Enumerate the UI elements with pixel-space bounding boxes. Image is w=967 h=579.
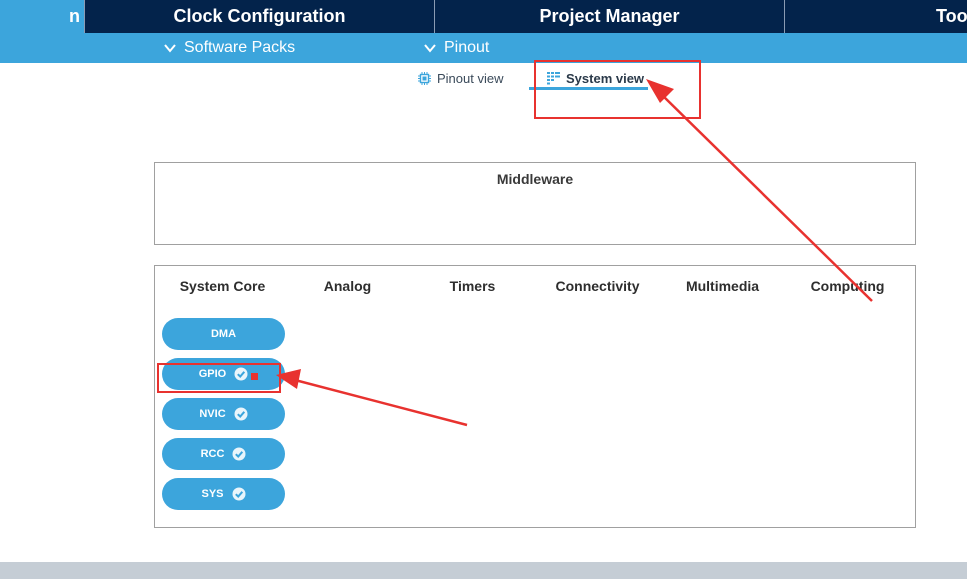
rcc-label: RCC	[200, 448, 225, 460]
gpio-marker	[251, 373, 258, 380]
sys-button[interactable]: SYS	[162, 478, 285, 510]
category-computing[interactable]: Computing	[785, 278, 910, 294]
pinout-menu[interactable]: Pinout	[423, 33, 489, 63]
category-system-core[interactable]: System Core	[160, 278, 285, 294]
software-packs-label: Software Packs	[184, 39, 296, 56]
category-timers[interactable]: Timers	[410, 278, 535, 294]
category-multimedia[interactable]: Multimedia	[660, 278, 785, 294]
pinout-menu-label: Pinout	[444, 39, 490, 56]
category-analog[interactable]: Analog	[285, 278, 410, 294]
category-connectivity[interactable]: Connectivity	[535, 278, 660, 294]
stm32cubemx-window: n Clock Configuration Project Manager To…	[0, 0, 967, 579]
tab-tools[interactable]: Tools	[784, 0, 967, 33]
tab-project-manager[interactable]: Project Manager	[434, 0, 784, 33]
nvic-label: NVIC	[199, 408, 226, 420]
pinout-view-tab[interactable]: Pinout view	[418, 68, 503, 88]
rcc-button[interactable]: RCC	[162, 438, 285, 470]
chevron-down-icon	[424, 44, 436, 53]
bottom-status-strip	[0, 562, 967, 579]
gpio-highlight-box	[157, 363, 281, 393]
tab-pinout-configuration[interactable]: n	[0, 0, 84, 33]
check-circle-icon	[234, 407, 248, 421]
top-tab-bar: n Clock Configuration Project Manager To…	[0, 0, 967, 33]
middleware-panel: Middleware	[154, 162, 916, 245]
system-view-highlight-box	[534, 60, 701, 119]
chip-icon	[418, 71, 431, 85]
software-packs-menu[interactable]: Software Packs	[163, 33, 295, 63]
dma-button[interactable]: DMA	[162, 318, 285, 350]
check-circle-icon	[232, 487, 245, 501]
sys-label: SYS	[201, 488, 224, 500]
sub-menu-bar: Software Packs Pinout	[0, 33, 967, 63]
dma-label: DMA	[210, 328, 237, 340]
categories-panel: System Core Analog Timers Connectivity M…	[154, 265, 916, 528]
middleware-title: Middleware	[496, 171, 574, 187]
tab-clock-configuration[interactable]: Clock Configuration	[84, 0, 434, 33]
pinout-view-label: Pinout view	[437, 70, 504, 86]
nvic-button[interactable]: NVIC	[162, 398, 285, 430]
check-circle-icon	[232, 447, 246, 461]
chevron-down-icon	[164, 44, 176, 53]
